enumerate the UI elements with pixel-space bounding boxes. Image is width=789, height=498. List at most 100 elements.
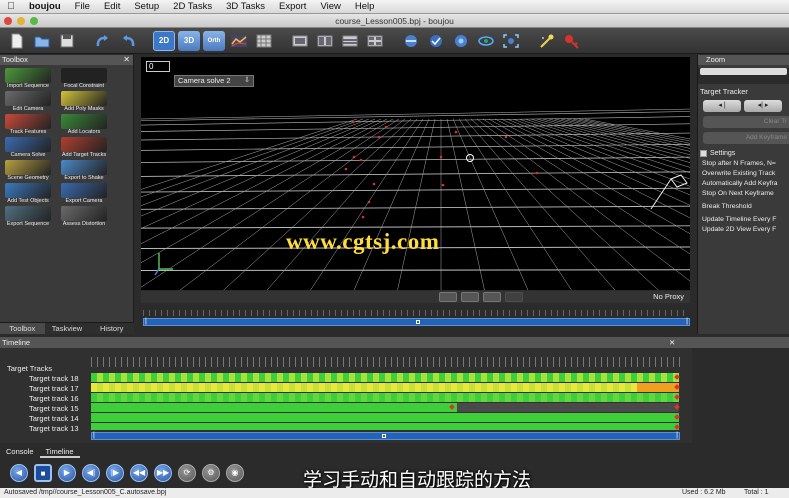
track-row-label[interactable]: Target track 18 [7,374,87,384]
play-backward-button[interactable]: ◀ [10,464,28,482]
scrub-end-icon[interactable]: | [676,432,678,439]
menu-export[interactable]: Export [272,1,313,12]
tool-button[interactable]: Export Camera [58,183,110,205]
setting-item[interactable]: Overwrite Existing Track [698,170,789,177]
feature-point[interactable] [359,158,363,162]
track-row-label[interactable]: Target track 15 [7,404,87,414]
layout-rows-button[interactable] [339,31,361,51]
track-row-label[interactable]: Target track 14 [7,414,87,424]
new-file-button[interactable] [6,31,28,51]
refine-button[interactable] [450,31,472,51]
tool-button[interactable]: Track Features [2,114,54,136]
tool-button[interactable]: Camera Solve [2,137,54,159]
scrub-thumb[interactable] [416,320,420,324]
tool-button[interactable]: Add Poly Masks [58,91,110,113]
tool-button[interactable]: Add Test Objects [2,183,54,205]
menu-setup[interactable]: Setup [127,1,166,12]
track-row-label[interactable]: Target track 16 [7,394,87,404]
camera-select[interactable]: Camera solve 2 ⇩ [174,75,254,87]
zoom-input[interactable] [700,68,787,75]
setting-item[interactable]: Break Threshold [698,203,789,210]
undo-button[interactable] [92,31,114,51]
tool-button[interactable]: Export to Shake [58,160,110,182]
grid-view-button[interactable] [253,31,275,51]
step-back-button[interactable]: ◀| [82,464,100,482]
redo-button[interactable] [117,31,139,51]
timeline-scrubber[interactable]: | | [91,432,680,440]
menu-help[interactable]: Help [348,1,382,12]
vp-camera-button[interactable] [439,292,457,302]
tool-button[interactable]: Edit Camera [2,91,54,113]
layout-single-button[interactable] [289,31,311,51]
tab-taskview[interactable]: Taskview [45,323,90,334]
feature-point[interactable] [344,167,348,171]
tool-button[interactable]: Add Target Tracks [58,137,110,159]
feature-point[interactable] [384,125,388,129]
close-window-icon[interactable] [4,17,12,25]
stop-button[interactable]: ■ [34,464,52,482]
feature-point[interactable] [372,182,376,186]
viewport-scrubber[interactable]: | | [143,318,690,326]
camera-track-button[interactable] [400,31,422,51]
feature-point[interactable] [441,183,445,187]
setting-item[interactable]: Stop On Next Keyframe [698,190,789,197]
key-button[interactable] [561,31,583,51]
feature-point[interactable] [361,215,365,219]
track-next-button[interactable]: ◂| ▸ [744,100,782,112]
vp-image-button[interactable] [461,292,479,302]
menu-3d-tasks[interactable]: 3D Tasks [219,1,272,12]
solve-button[interactable] [425,31,447,51]
view-3d-button[interactable]: 3D [178,30,200,51]
apple-icon[interactable]:  [0,1,22,12]
scrub-thumb[interactable] [382,434,386,438]
track-prev-button[interactable]: ◂ | [703,100,741,112]
save-button[interactable] [56,31,78,51]
view-2d-button[interactable]: 2D [153,30,175,51]
feature-point[interactable] [535,171,539,175]
tab-timeline[interactable]: Timeline [39,446,80,458]
setting-item[interactable]: Update Timeline Every F [698,216,789,223]
track-row-label[interactable]: Target track 13 [7,424,87,434]
layout-quad-button[interactable] [364,31,386,51]
setting-item[interactable]: Stop after N Frames, N= [698,160,789,167]
wizard-button[interactable] [536,31,558,51]
scrub-start-icon[interactable]: | [145,318,147,325]
tool-button[interactable]: Import Sequence [2,68,54,90]
setting-item[interactable]: Automatically Add Keyfra [698,180,789,187]
tool-button[interactable]: Add Locators [58,114,110,136]
go-end-button[interactable]: ▶▶ [154,464,172,482]
add-keyframe-button[interactable]: Add Keyframe [703,132,789,144]
3d-viewport[interactable]: 0 Camera solve 2 ⇩ www.cgtsj.com [141,57,690,290]
go-start-button[interactable]: ◀◀ [130,464,148,482]
track-button[interactable]: ◉ [226,464,244,482]
tool-button[interactable]: Focal Constraint [58,68,110,90]
track-heatmap[interactable] [91,373,680,430]
feature-point[interactable] [504,135,508,139]
tool-button[interactable]: Export Sequence [2,206,54,228]
open-file-button[interactable] [31,31,53,51]
feature-point[interactable] [377,135,381,139]
view-orth-button[interactable]: Orth [203,30,225,51]
menu-view[interactable]: View [313,1,347,12]
vp-zoom-button[interactable] [483,292,501,302]
loop-button[interactable]: ⟳ [178,464,196,482]
zoom-window-icon[interactable] [30,17,38,25]
feature-point[interactable] [454,130,458,134]
track-row-label[interactable]: Target track 17 [7,384,87,394]
tool-button[interactable]: Scene Geometry [2,160,54,182]
step-forward-button[interactable]: |▶ [106,464,124,482]
orbit-button[interactable] [475,31,497,51]
scrub-start-icon[interactable]: | [93,432,95,439]
clear-track-button[interactable]: Clear Tr [703,116,789,128]
track-group-label[interactable]: Target Tracks [7,364,87,374]
feature-point[interactable] [351,120,355,124]
close-icon[interactable]: ✕ [669,337,675,348]
menu-edit[interactable]: Edit [97,1,127,12]
graph-view-button[interactable] [228,31,250,51]
feature-point[interactable] [439,155,443,159]
close-icon[interactable]: ✕ [123,55,130,65]
feature-point[interactable] [367,200,371,204]
settings-checkbox[interactable] [700,150,707,157]
tab-console[interactable]: Console [0,446,40,458]
menu-app[interactable]: boujou [22,1,68,12]
